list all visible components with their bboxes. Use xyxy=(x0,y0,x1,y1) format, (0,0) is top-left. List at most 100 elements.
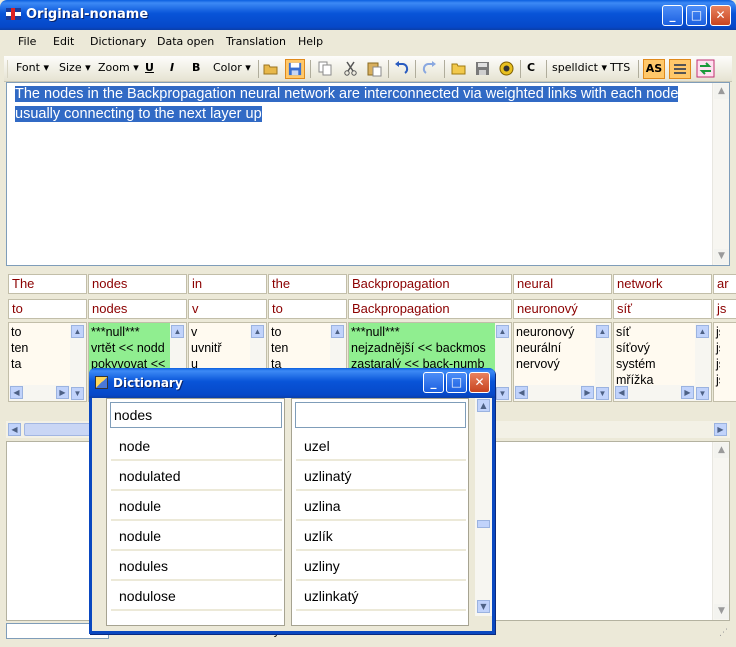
alternative-item[interactable]: uvnitř xyxy=(191,340,248,356)
dictionary-target-item[interactable]: uzel xyxy=(296,433,466,461)
save-button[interactable] xyxy=(285,59,305,79)
alternatives-hscrollbar[interactable]: ◀▶ xyxy=(9,385,70,401)
dictionary-minimize-button[interactable]: _ xyxy=(423,372,444,393)
source-text-editor[interactable]: The nodes in the Backpropagation neural … xyxy=(6,82,730,266)
scroll-up-arrow[interactable]: ▲ xyxy=(714,84,729,99)
cut-icon[interactable] xyxy=(342,60,359,77)
c-button[interactable]: C xyxy=(527,61,535,74)
alternative-item[interactable]: nejzadnější << backmos xyxy=(351,340,493,356)
scroll-up-arrow[interactable]: ▲ xyxy=(171,325,184,338)
scroll-up-arrow[interactable]: ▲ xyxy=(477,399,490,412)
menu-file[interactable]: File xyxy=(18,35,36,48)
word-cell[interactable]: network xyxy=(613,274,712,294)
word-cell[interactable]: Backpropagation xyxy=(348,274,512,294)
exchange-icon[interactable] xyxy=(696,59,715,78)
scroll-down-arrow[interactable]: ▼ xyxy=(71,387,84,400)
close-button[interactable]: ✕ xyxy=(710,5,731,26)
alternatives-scrollbar[interactable]: ▲▼ xyxy=(70,323,86,401)
scroll-right-arrow[interactable]: ▶ xyxy=(714,423,727,436)
alternative-item[interactable]: to xyxy=(271,324,328,340)
scroll-down-arrow[interactable]: ▼ xyxy=(596,387,609,400)
scroll-up-arrow[interactable]: ▲ xyxy=(714,443,729,458)
menu-dictionary[interactable]: Dictionary xyxy=(90,35,146,48)
scroll-right-arrow[interactable]: ▶ xyxy=(681,386,694,399)
scroll-right-arrow[interactable]: ▶ xyxy=(581,386,594,399)
alternative-item[interactable]: neuronový xyxy=(516,324,593,340)
alternative-item[interactable]: v xyxy=(191,324,248,340)
dictionary-source-item[interactable]: nodulated xyxy=(111,463,282,491)
output-vertical-scrollbar[interactable]: ▲ ▼ xyxy=(712,442,729,620)
record-icon[interactable] xyxy=(498,60,515,77)
scroll-right-arrow[interactable]: ▶ xyxy=(56,386,69,399)
dictionary-target-item[interactable]: uzlina xyxy=(296,493,466,521)
bold-button[interactable]: B xyxy=(192,61,200,74)
alternatives-hscrollbar[interactable]: ◀▶ xyxy=(614,385,695,401)
zoom-dropdown[interactable]: Zoom ▾ xyxy=(98,61,139,74)
translation-cell[interactable]: nodes xyxy=(88,299,187,319)
alternative-item[interactable]: js xyxy=(716,324,720,340)
disk-icon[interactable] xyxy=(474,60,491,77)
folder-icon[interactable] xyxy=(450,60,467,77)
dictionary-target-input[interactable] xyxy=(295,402,466,428)
dictionary-target-item[interactable]: uzliny xyxy=(296,553,466,581)
minimize-button[interactable]: _ xyxy=(662,5,683,26)
translation-cell[interactable]: to xyxy=(268,299,347,319)
scroll-left-arrow[interactable]: ◀ xyxy=(8,423,21,436)
alternative-item[interactable]: ***null*** xyxy=(91,324,168,340)
translation-cell[interactable]: Backpropagation xyxy=(348,299,512,319)
dictionary-source-item[interactable]: nodules xyxy=(111,553,282,581)
alternatives-list[interactable]: neuronovýneurálnínervový***next***▲▼◀▶ xyxy=(513,322,612,402)
scroll-thumb[interactable] xyxy=(477,520,490,528)
scroll-down-arrow[interactable]: ▼ xyxy=(496,387,509,400)
scroll-down-arrow[interactable]: ▼ xyxy=(696,387,709,400)
dictionary-target-item[interactable]: uzlík xyxy=(296,523,466,551)
alternative-item[interactable]: síť xyxy=(616,324,693,340)
alternative-item[interactable]: js xyxy=(716,340,720,356)
scroll-up-arrow[interactable]: ▲ xyxy=(696,325,709,338)
word-cell[interactable]: ar xyxy=(713,274,736,294)
scroll-up-arrow[interactable]: ▲ xyxy=(596,325,609,338)
dictionary-source-item[interactable]: nodule xyxy=(111,523,282,551)
dictionary-target-item[interactable]: uzlinkatý xyxy=(296,583,466,611)
translation-cell[interactable]: to xyxy=(8,299,87,319)
translation-cell[interactable]: js xyxy=(713,299,736,319)
dictionary-maximize-button[interactable]: □ xyxy=(446,372,467,393)
word-cell[interactable]: in xyxy=(188,274,267,294)
as-button[interactable]: AS xyxy=(643,59,665,79)
alternative-item[interactable]: nervový xyxy=(516,356,593,372)
word-cell[interactable]: the xyxy=(268,274,347,294)
alternatives-list[interactable]: jsjsjsjsa xyxy=(713,322,736,402)
dictionary-source-item[interactable]: nodulose xyxy=(111,583,282,611)
alternatives-scrollbar[interactable]: ▲▼ xyxy=(595,323,611,401)
underline-button[interactable]: U xyxy=(145,61,154,74)
alternative-item[interactable]: js xyxy=(716,356,720,372)
menu-data-open[interactable]: Data open xyxy=(157,35,214,48)
dictionary-vertical-scrollbar[interactable]: ▲ ▼ xyxy=(475,398,492,616)
alternative-item[interactable]: ta xyxy=(11,356,68,372)
alternatives-hscrollbar[interactable]: ◀▶ xyxy=(514,385,595,401)
alternatives-list[interactable]: totenta***next***▲▼◀▶ xyxy=(8,322,87,402)
menu-edit[interactable]: Edit xyxy=(53,35,74,48)
menu-translation[interactable]: Translation xyxy=(226,35,286,48)
dictionary-source-item[interactable]: nodule xyxy=(111,493,282,521)
scroll-left-arrow[interactable]: ◀ xyxy=(515,386,528,399)
scroll-up-arrow[interactable]: ▲ xyxy=(496,325,509,338)
alternatives-scrollbar[interactable]: ▲▼ xyxy=(695,323,711,401)
italic-button[interactable]: I xyxy=(170,61,174,74)
scroll-down-arrow[interactable]: ▼ xyxy=(714,604,729,619)
color-dropdown[interactable]: Color ▾ xyxy=(213,61,251,74)
paste-icon[interactable] xyxy=(366,60,383,77)
dictionary-source-item[interactable]: node xyxy=(111,433,282,461)
copy-icon[interactable] xyxy=(317,60,334,77)
spelldict-dropdown[interactable]: spelldict ▾ xyxy=(552,61,607,74)
alternative-item[interactable]: ten xyxy=(11,340,68,356)
alternative-item[interactable]: ***null*** xyxy=(351,324,493,340)
translation-cell[interactable]: v xyxy=(188,299,267,319)
open-icon[interactable] xyxy=(262,60,279,77)
font-dropdown[interactable]: Font ▾ xyxy=(16,61,49,74)
dictionary-search-input[interactable] xyxy=(110,402,282,428)
editor-vertical-scrollbar[interactable]: ▲ ▼ xyxy=(712,83,729,265)
word-cell[interactable]: neural xyxy=(513,274,612,294)
menu-help[interactable]: Help xyxy=(298,35,323,48)
scroll-down-arrow[interactable]: ▼ xyxy=(714,249,729,264)
